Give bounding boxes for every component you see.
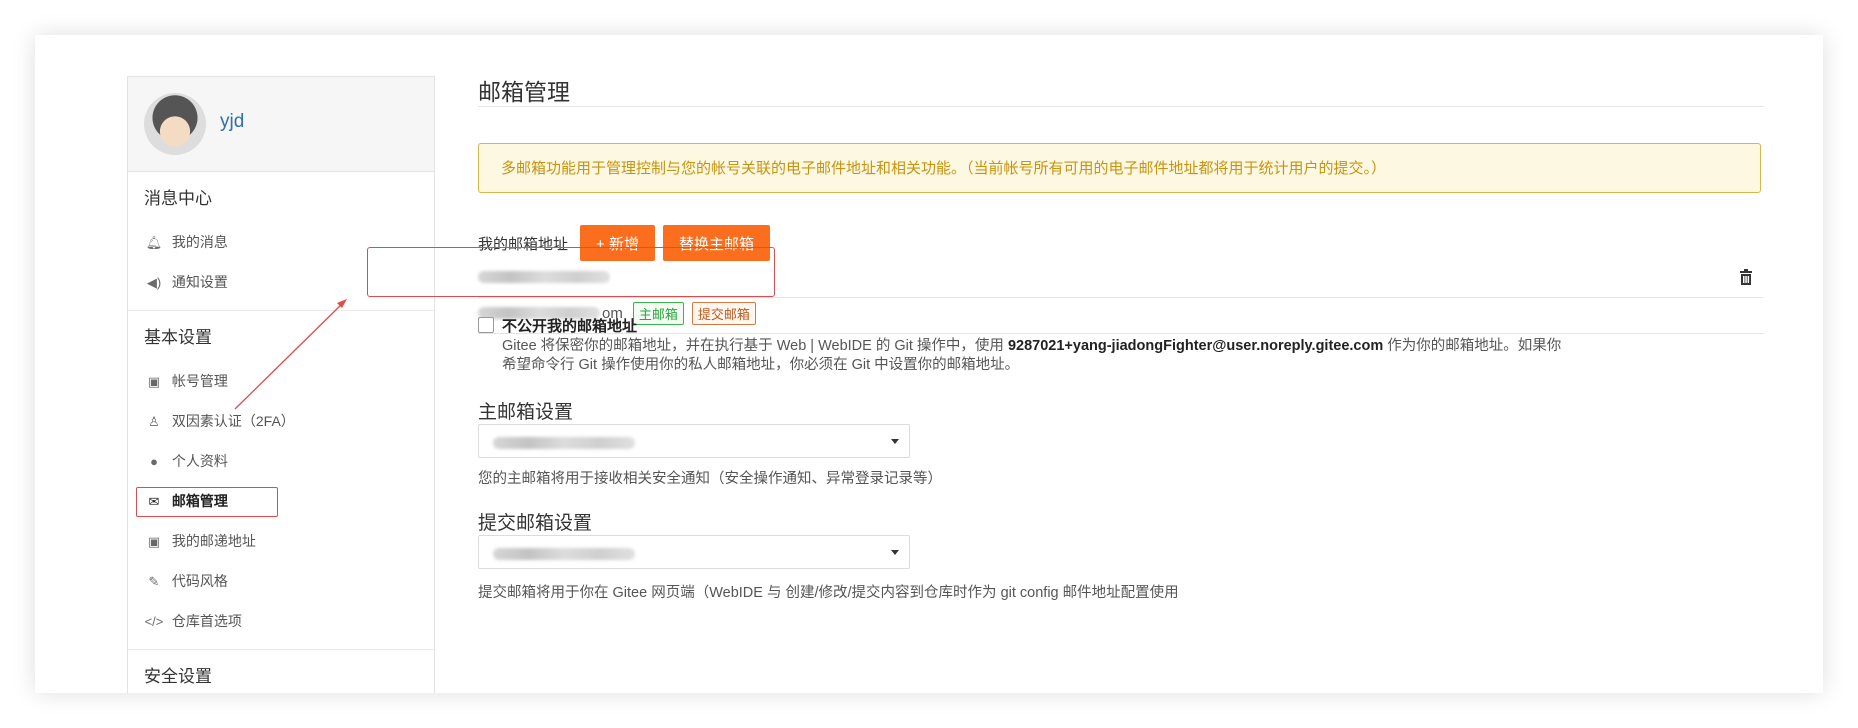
primary-email-select[interactable] bbox=[478, 424, 910, 458]
sidebar-item-2fa[interactable]: ♙ 双因素认证（2FA） bbox=[128, 401, 434, 441]
sidebar-item-email-management[interactable]: ✉ 邮箱管理 bbox=[128, 481, 434, 521]
section-title-basic-settings: 基本设置 bbox=[144, 328, 212, 347]
sidebar-item-profile[interactable]: ● 个人资料 bbox=[128, 441, 434, 481]
my-email-label: 我的邮箱地址 bbox=[478, 235, 569, 253]
title-divider bbox=[478, 106, 1763, 107]
sidebar-item-label: 通知设置 bbox=[171, 274, 228, 290]
user-name[interactable]: yjd bbox=[220, 111, 244, 133]
divider bbox=[128, 310, 434, 311]
address-card-icon: ▣ bbox=[147, 534, 161, 549]
info-notice: 多邮箱功能用于管理控制与您的帐号关联的电子邮件地址和相关功能。（当前帐号所有可用… bbox=[478, 143, 1761, 193]
divider bbox=[128, 649, 434, 650]
bell-icon: 🔔︎ bbox=[145, 235, 163, 250]
sidebar-item-label: 我的邮递地址 bbox=[171, 533, 256, 549]
noreply-email: 9287021+yang-jiadongFighter@user.noreply… bbox=[1007, 338, 1384, 354]
page-container: yjd 消息中心 🔔︎ 我的消息 ◀) 通知设置 基本设置 ▣ 帐号管理 ♙ 双… bbox=[35, 35, 1823, 693]
sidebar-item-label: 仓库首选项 bbox=[171, 613, 242, 629]
privacy-text: Gitee 将保密你的邮箱地址，并在执行基于 Web | WebIDE 的 Gi… bbox=[502, 338, 1008, 354]
page-title: 邮箱管理 bbox=[478, 79, 570, 105]
email-actions-row: 我的邮箱地址 + 新增 替换主邮箱 bbox=[478, 225, 778, 261]
sidebar-item-label: 个人资料 bbox=[171, 453, 228, 469]
avatar[interactable] bbox=[144, 93, 206, 155]
user-shield-icon: ♙ bbox=[148, 414, 160, 429]
chevron-down-icon bbox=[891, 439, 899, 444]
sidebar-item-label: 代码风格 bbox=[171, 573, 228, 589]
email-list-item bbox=[478, 257, 1763, 298]
blurred-selected-email bbox=[493, 437, 635, 449]
blurred-selected-email bbox=[493, 548, 635, 560]
sidebar-item-notification-settings[interactable]: ◀) 通知设置 bbox=[128, 262, 434, 302]
code-icon: </> bbox=[144, 614, 164, 629]
add-email-button[interactable]: + 新增 bbox=[580, 225, 655, 261]
hide-email-description: Gitee 将保密你的邮箱地址，并在执行基于 Web | WebIDE 的 Gi… bbox=[502, 337, 1562, 375]
commit-email-select[interactable] bbox=[478, 535, 910, 569]
user-icon: ● bbox=[150, 454, 158, 469]
primary-email-hint: 您的主邮箱将用于接收相关安全通知（安全操作通知、异常登录记录等） bbox=[478, 471, 942, 487]
blurred-email-address bbox=[478, 271, 610, 283]
primary-email-badge: 主邮箱 bbox=[632, 301, 684, 325]
paint-brush-icon: ✎ bbox=[148, 574, 160, 589]
email-list-item: om 主邮箱 提交邮箱 bbox=[478, 293, 1763, 334]
primary-email-settings-title: 主邮箱设置 bbox=[478, 402, 574, 423]
section-title-messages: 消息中心 bbox=[144, 189, 212, 208]
trash-icon[interactable] bbox=[1739, 269, 1753, 285]
chevron-down-icon bbox=[891, 550, 899, 555]
active-item-highlight bbox=[136, 487, 278, 517]
sidebar-item-label: 帐号管理 bbox=[171, 373, 228, 389]
hide-email-label[interactable]: 不公开我的邮箱地址 bbox=[502, 315, 637, 336]
sidebar-item-postal-address[interactable]: ▣ 我的邮递地址 bbox=[128, 521, 434, 561]
volume-icon: ◀) bbox=[146, 275, 162, 290]
sidebar-item-label: 双因素认证（2FA） bbox=[171, 413, 295, 429]
commit-email-badge: 提交邮箱 bbox=[691, 301, 756, 325]
sidebar-item-my-messages[interactable]: 🔔︎ 我的消息 bbox=[128, 222, 434, 262]
settings-sidebar: yjd 消息中心 🔔︎ 我的消息 ◀) 通知设置 基本设置 ▣ 帐号管理 ♙ 双… bbox=[127, 76, 435, 693]
hide-email-checkbox[interactable] bbox=[478, 317, 494, 333]
sidebar-item-account[interactable]: ▣ 帐号管理 bbox=[128, 361, 434, 401]
sidebar-item-repo-preferences[interactable]: </> 仓库首选项 bbox=[128, 601, 434, 641]
sidebar-item-label: 我的消息 bbox=[171, 234, 228, 250]
commit-email-hint: 提交邮箱将用于你在 Gitee 网页端（WebIDE 与 创建/修改/提交内容到… bbox=[478, 585, 1179, 601]
id-card-icon: ▣ bbox=[147, 374, 161, 389]
replace-primary-email-button[interactable]: 替换主邮箱 bbox=[662, 225, 770, 261]
section-title-security-settings: 安全设置 bbox=[144, 667, 212, 686]
user-card: yjd bbox=[128, 77, 434, 172]
sidebar-item-code-style[interactable]: ✎ 代码风格 bbox=[128, 561, 434, 601]
main-content: 邮箱管理 多邮箱功能用于管理控制与您的帐号关联的电子邮件地址和相关功能。（当前帐… bbox=[478, 35, 1798, 693]
commit-email-settings-title: 提交邮箱设置 bbox=[478, 513, 593, 534]
